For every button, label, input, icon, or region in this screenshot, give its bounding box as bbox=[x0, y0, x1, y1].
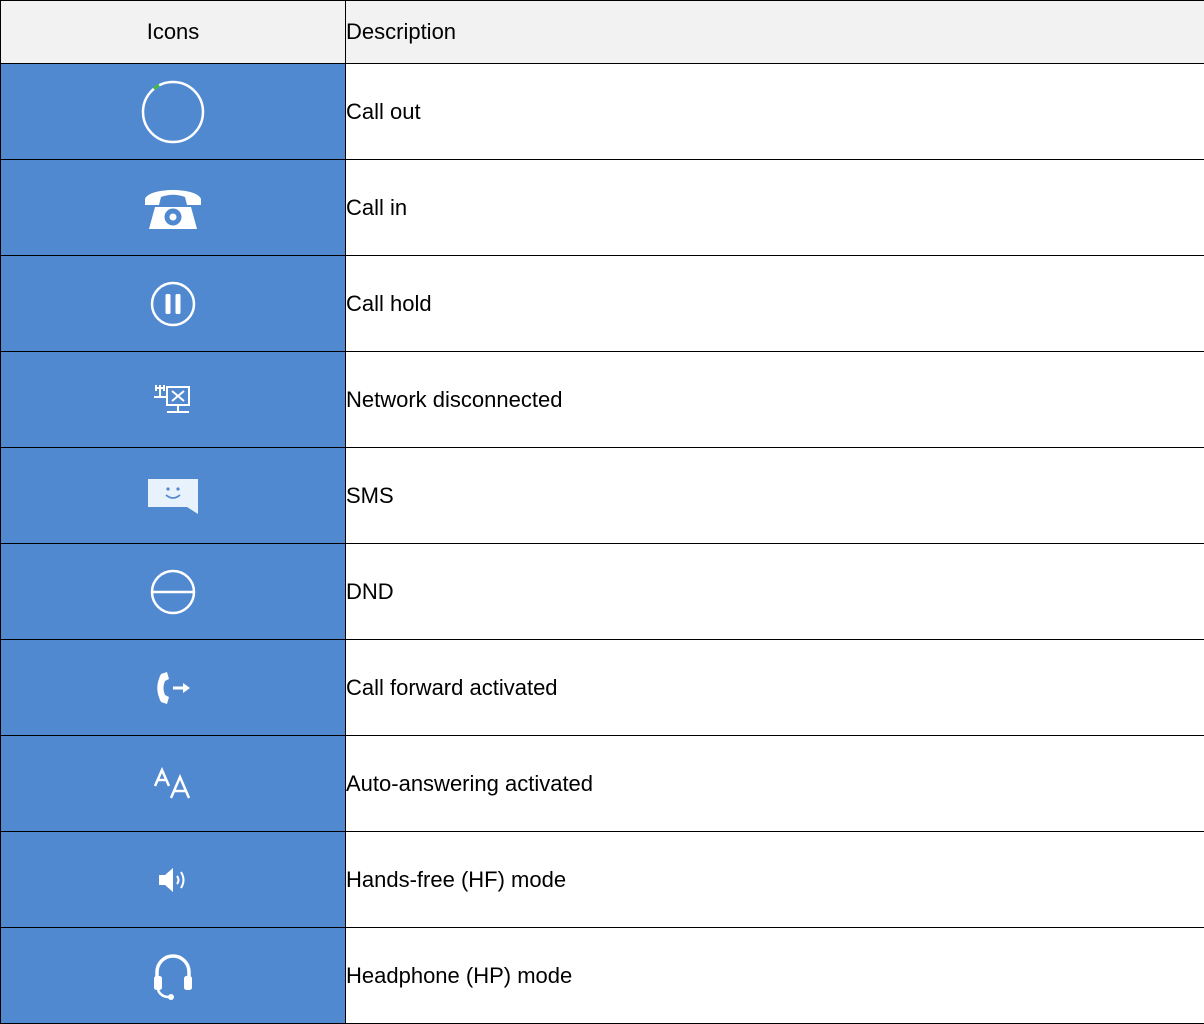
table-row: Call out bbox=[0, 63, 1204, 160]
icon-cell bbox=[0, 735, 346, 832]
row-description: Headphone (HP) mode bbox=[345, 927, 1204, 1024]
table-row: Call hold bbox=[0, 255, 1204, 352]
table-row: Hands-free (HF) mode bbox=[0, 831, 1204, 928]
row-description: Call hold bbox=[345, 255, 1204, 352]
header-icons: Icons bbox=[0, 0, 346, 64]
row-description: Call in bbox=[345, 159, 1204, 256]
call-in-icon bbox=[145, 189, 201, 229]
sms-icon bbox=[148, 478, 198, 514]
table-header-row: Icons Description bbox=[0, 0, 1204, 64]
row-description: Auto-answering activated bbox=[345, 735, 1204, 832]
row-description: Call out bbox=[345, 63, 1204, 160]
auto-answer-icon bbox=[153, 766, 191, 798]
network-disconnected-icon bbox=[154, 384, 190, 413]
icon-cell bbox=[0, 831, 346, 928]
dnd-icon bbox=[150, 569, 196, 614]
call-out-icon bbox=[141, 80, 205, 143]
table-row: Headphone (HP) mode bbox=[0, 927, 1204, 1024]
call-hold-icon bbox=[150, 281, 196, 326]
icon-description-table: Icons Description Call out Call in Call … bbox=[0, 0, 1204, 1024]
table-row: Call forward activated bbox=[0, 639, 1204, 736]
header-description: Description bbox=[345, 0, 1204, 64]
icon-cell bbox=[0, 255, 346, 352]
icon-cell bbox=[0, 927, 346, 1024]
table-row: Network disconnected bbox=[0, 351, 1204, 448]
call-forward-icon bbox=[157, 671, 190, 704]
headphone-icon bbox=[154, 953, 192, 1000]
table-row: Call in bbox=[0, 159, 1204, 256]
icon-cell bbox=[0, 63, 346, 160]
hands-free-icon bbox=[159, 867, 185, 892]
row-description: Network disconnected bbox=[345, 351, 1204, 448]
table-row: DND bbox=[0, 543, 1204, 640]
icon-cell bbox=[0, 159, 346, 256]
table-row: Auto-answering activated bbox=[0, 735, 1204, 832]
row-description: DND bbox=[345, 543, 1204, 640]
row-description: SMS bbox=[345, 447, 1204, 544]
table-row: SMS bbox=[0, 447, 1204, 544]
row-description: Call forward activated bbox=[345, 639, 1204, 736]
icon-cell bbox=[0, 447, 346, 544]
icon-cell bbox=[0, 543, 346, 640]
icon-cell bbox=[0, 639, 346, 736]
row-description: Hands-free (HF) mode bbox=[345, 831, 1204, 928]
icon-cell bbox=[0, 351, 346, 448]
